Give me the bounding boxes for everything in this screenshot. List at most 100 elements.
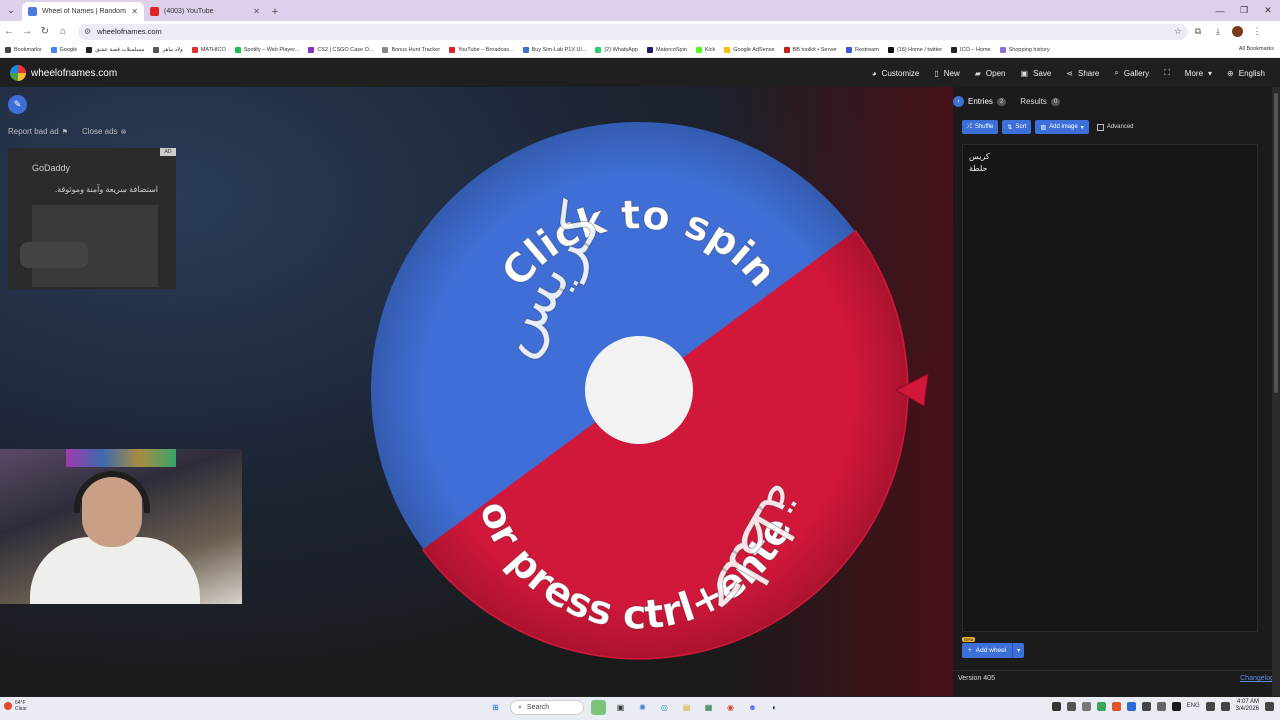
tray-app-icon[interactable] — [1096, 701, 1106, 711]
edge-icon[interactable]: ◎ — [657, 700, 672, 715]
chrome-icon[interactable]: ◉ — [723, 700, 738, 715]
sort-button[interactable]: ⇅ Sort — [1002, 120, 1032, 134]
edit-pencil-button[interactable]: ✎ — [8, 95, 27, 114]
tray-app-icon[interactable] — [1171, 701, 1181, 711]
bookmark-item[interactable]: Google — [50, 46, 77, 53]
ad-choices-tag[interactable]: AD — [160, 148, 176, 156]
ad-banner[interactable]: AD GoDaddy استضافة سريعة وآمنة وموثوقة. — [8, 148, 176, 289]
close-tab-icon[interactable]: ✕ — [131, 7, 138, 16]
task-view-icon[interactable]: ▣ — [613, 700, 628, 715]
close-window-icon[interactable]: ✕ — [1256, 0, 1280, 21]
collapse-chevron-icon[interactable]: › — [953, 96, 964, 107]
open-button[interactable]: ▰ Open — [975, 69, 1006, 78]
bookmark-item[interactable]: CS2 | CSGO Case O... — [308, 46, 373, 53]
site-info-icon[interactable]: ⚙ — [84, 27, 91, 36]
volume-icon[interactable] — [1220, 701, 1230, 711]
tray-app-icon[interactable] — [1156, 701, 1166, 711]
bluetooth-icon[interactable] — [1126, 701, 1136, 711]
site-header: wheelofnames.com ◕ Customize ▯ New ▰ Open ▣… — [0, 59, 1280, 87]
checkbox-box[interactable] — [1096, 123, 1104, 131]
wifi-icon[interactable] — [1205, 701, 1215, 711]
downloads-icon[interactable]: ⤓ — [1208, 26, 1228, 37]
page-scrollbar[interactable] — [1272, 87, 1280, 696]
tab-results[interactable]: Results 0 — [1020, 97, 1061, 106]
address-input[interactable]: ⚙ wheelofnames.com ☆ — [78, 23, 1188, 40]
bookmark-item[interactable]: ولاد ماهر — [153, 46, 183, 53]
advanced-checkbox[interactable]: Advanced — [1096, 123, 1134, 131]
new-button[interactable]: ▯ New — [934, 69, 959, 78]
site-name[interactable]: wheelofnames.com — [31, 68, 117, 79]
tab-youtube[interactable]: (4003) YouTube ✕ — [144, 2, 266, 21]
bookmark-item[interactable]: ICO – Home — [951, 46, 991, 53]
all-bookmarks-button[interactable]: All Bookmarks — [1239, 46, 1274, 52]
copilot-icon[interactable]: ✺ — [635, 700, 650, 715]
language-indicator[interactable]: ENG — [1187, 703, 1200, 709]
extensions-icon[interactable]: ⧉ — [1188, 26, 1208, 37]
notifications-icon[interactable] — [1265, 701, 1274, 711]
tray-app-icon[interactable] — [1066, 701, 1076, 711]
reload-icon[interactable]: ↻ — [36, 26, 54, 37]
bookmark-item[interactable]: BB toolkit • Server — [783, 46, 837, 53]
wheel-center-hub[interactable] — [585, 336, 693, 444]
spin-wheel[interactable]: Click to spin or press ctrl+enter كريس ح… — [359, 84, 909, 660]
tray-app-icon[interactable] — [1111, 701, 1121, 711]
add-wheel-button[interactable]: + Add wheel — [962, 643, 1013, 658]
profile-avatar[interactable] — [1232, 26, 1243, 37]
gallery-button[interactable]: ⌕ Gallery — [1114, 68, 1149, 78]
tab-entries[interactable]: › Entries 2 — [953, 96, 1007, 107]
tray-app-icon[interactable] — [1051, 701, 1061, 711]
add-image-button[interactable]: ▨ Add image ▾ — [1035, 120, 1089, 134]
back-arrow-icon[interactable]: ← — [0, 26, 18, 37]
bookmark-star-icon[interactable]: ☆ — [1174, 26, 1182, 37]
browser-menu-icon[interactable]: ⋮ — [1247, 26, 1267, 37]
save-button[interactable]: ▣ Save — [1021, 69, 1052, 78]
steam-icon[interactable]: ◐ — [767, 700, 782, 715]
home-icon[interactable]: ⌂ — [54, 26, 72, 37]
bookmark-item[interactable]: Kick — [695, 46, 715, 53]
bookmark-item[interactable]: (2) WhatsApp — [595, 46, 638, 53]
fullscreen-button[interactable]: ⛶ — [1164, 68, 1170, 78]
bookmark-item[interactable]: Spotify – Web Player... — [234, 46, 299, 53]
bookmark-item[interactable]: Buy Sim-Lab P1X Ul... — [522, 46, 586, 53]
close-tab-icon[interactable]: ✕ — [253, 7, 260, 16]
entries-textarea[interactable]: كريس حلطة — [962, 144, 1258, 632]
bookmark-item[interactable]: Restream — [845, 46, 879, 53]
tray-app-icon[interactable] — [1081, 701, 1091, 711]
scrollbar-thumb[interactable] — [1274, 93, 1278, 393]
bookmark-item[interactable]: مسلسلات قصة عشق — [86, 46, 144, 53]
tab-wheel-of-names[interactable]: Wheel of Names | Random nam ✕ — [22, 2, 144, 21]
bookmark-item[interactable]: Bookmarks — [5, 46, 42, 53]
taskbar-clock[interactable]: 4:07 AM 3/4/2026 — [1236, 699, 1259, 713]
share-button[interactable]: ⋖ Share — [1066, 69, 1099, 78]
more-button[interactable]: More ▾ — [1185, 69, 1212, 78]
bookmark-item[interactable]: (16) Home / twitter — [887, 46, 942, 53]
bookmark-item[interactable]: MatercoSpin — [646, 46, 687, 53]
wheel-logo-icon[interactable] — [10, 65, 26, 81]
tab-search-icon[interactable]: ⌄ — [0, 0, 22, 21]
close-ads-link[interactable]: Close ads ⊗ — [82, 127, 126, 136]
ad-cta-button[interactable] — [20, 242, 88, 268]
app-icon[interactable]: ▦ — [701, 700, 716, 715]
maximize-icon[interactable]: ❐ — [1232, 0, 1256, 21]
shuffle-button[interactable]: ⤮ Shuffle — [962, 120, 999, 134]
language-button[interactable]: ⊕ English — [1227, 69, 1265, 78]
discord-icon[interactable]: ☻ — [745, 700, 760, 715]
bookmark-item[interactable]: YouTube – Broadcas... — [449, 46, 514, 53]
add-wheel-dropdown[interactable]: ▾ — [1012, 643, 1025, 658]
forward-arrow-icon[interactable]: → — [18, 26, 36, 37]
bookmark-item[interactable]: Shopping history — [999, 46, 1050, 53]
file-explorer-icon[interactable]: ▤ — [679, 700, 694, 715]
bookmark-item[interactable]: Google AdSense — [724, 46, 775, 53]
taskbar-search[interactable]: ⌕ Search — [510, 700, 584, 715]
minimize-icon[interactable]: — — [1208, 0, 1232, 21]
customize-button[interactable]: ◕ Customize — [872, 69, 920, 78]
new-tab-plus-icon[interactable]: + — [266, 2, 284, 21]
tray-app-icon[interactable] — [1141, 701, 1151, 711]
bookmark-item[interactable]: Bonus Hunt Tracker — [382, 46, 440, 53]
widgets-icon[interactable] — [591, 700, 606, 715]
bookmark-item[interactable]: MATHICO — [191, 46, 226, 53]
report-bad-ad-link[interactable]: Report bad ad ⚑ — [8, 127, 68, 136]
windows-start-icon[interactable]: ⊞ — [488, 700, 503, 715]
weather-widget[interactable]: 64°F Clear — [4, 700, 27, 712]
changelog-link[interactable]: Changelog — [1240, 675, 1274, 682]
